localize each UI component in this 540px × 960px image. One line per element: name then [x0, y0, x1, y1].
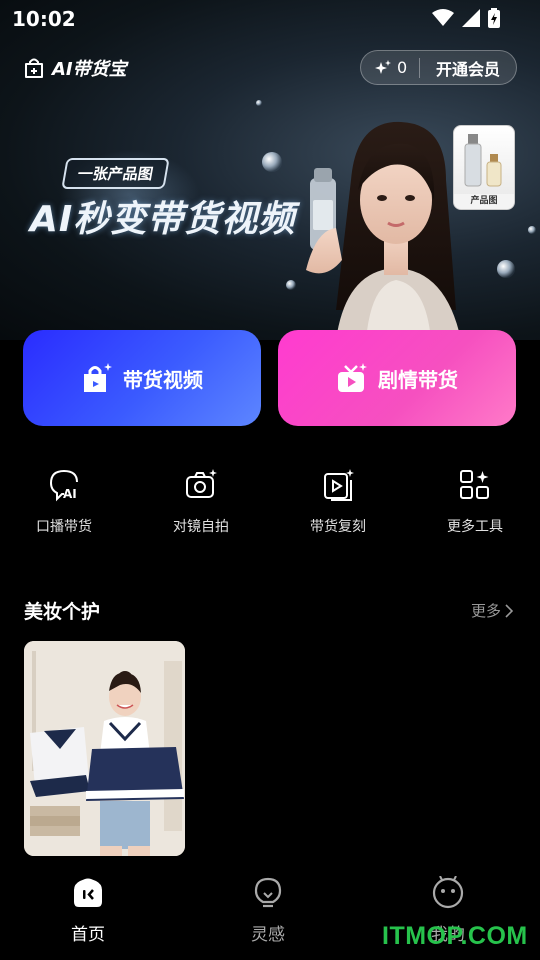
svg-text:AI: AI	[63, 487, 77, 501]
more-link[interactable]: 更多	[471, 600, 514, 621]
tool-more[interactable]: 更多工具	[415, 468, 535, 536]
profile-icon	[432, 876, 464, 909]
tab-inspiration[interactable]: 灵感	[208, 876, 328, 945]
signal-icon	[462, 9, 480, 27]
goods-video-button[interactable]: 带货视频	[23, 330, 261, 426]
tool-label: 带货复刻	[310, 519, 366, 535]
sparkle-icon	[375, 59, 391, 74]
product-image-card: 产品图	[453, 125, 515, 210]
product-card-label: 产品图	[454, 194, 514, 209]
tool-ai-speech[interactable]: AI 口播带货	[4, 468, 124, 536]
watermark: ITMOP.COM	[382, 922, 528, 950]
plot-goods-button[interactable]: 剧情带货	[278, 330, 516, 426]
section-title: 美妆个护	[24, 601, 101, 623]
bag-logo-icon	[25, 58, 43, 78]
bubble-decoration	[262, 152, 282, 172]
shopping-bag-icon	[84, 363, 112, 392]
tool-label: 口播带货	[36, 519, 92, 535]
tab-label: 首页	[71, 925, 105, 945]
tab-home[interactable]: 首页	[28, 876, 148, 945]
bubble-decoration	[528, 226, 536, 234]
tools-row: AI 口播带货 对镜自拍 带货复刻 更多工具	[0, 468, 540, 548]
plot-goods-label: 剧情带货	[378, 367, 458, 392]
bubble-decoration	[286, 280, 296, 290]
status-bar: 10:02	[0, 0, 540, 36]
vip-pill[interactable]: 0 开通会员	[360, 50, 517, 85]
wifi-icon	[432, 9, 454, 26]
bulb-icon	[254, 877, 282, 908]
tool-selfie[interactable]: 对镜自拍	[141, 468, 261, 536]
video-thumbnail[interactable]	[24, 641, 185, 856]
banner-tag: 一张产品图	[61, 158, 170, 189]
status-time: 10:02	[12, 7, 76, 31]
app-name: AI带货宝	[52, 59, 127, 80]
product-bottles	[464, 134, 502, 187]
more-label: 更多	[471, 602, 502, 620]
tool-label: 更多工具	[447, 519, 503, 535]
battery-icon	[488, 8, 500, 28]
tool-label: 对镜自拍	[173, 519, 229, 535]
bubble-decoration	[497, 260, 515, 278]
thumbnail-image	[24, 641, 185, 856]
goods-video-label: 带货视频	[123, 367, 203, 392]
banner-headline: AI秒变带货视频	[30, 199, 296, 240]
open-vip-button[interactable]: 开通会员	[420, 56, 516, 80]
tv-play-icon	[338, 363, 367, 392]
camera-icon	[186, 469, 217, 498]
bubble-decoration	[256, 100, 262, 106]
grid-icon	[460, 470, 489, 499]
status-icons	[432, 8, 500, 28]
points-value: 0	[397, 58, 408, 77]
video-copy-icon	[324, 469, 354, 501]
points-counter[interactable]: 0	[361, 58, 419, 77]
home-icon	[74, 878, 102, 907]
ai-speech-icon: AI	[49, 470, 78, 502]
tool-video-copy[interactable]: 带货复刻	[278, 468, 398, 536]
chevron-right-icon	[505, 603, 514, 618]
tab-label: 灵感	[251, 925, 285, 945]
app-logo: AI带货宝	[22, 55, 127, 81]
